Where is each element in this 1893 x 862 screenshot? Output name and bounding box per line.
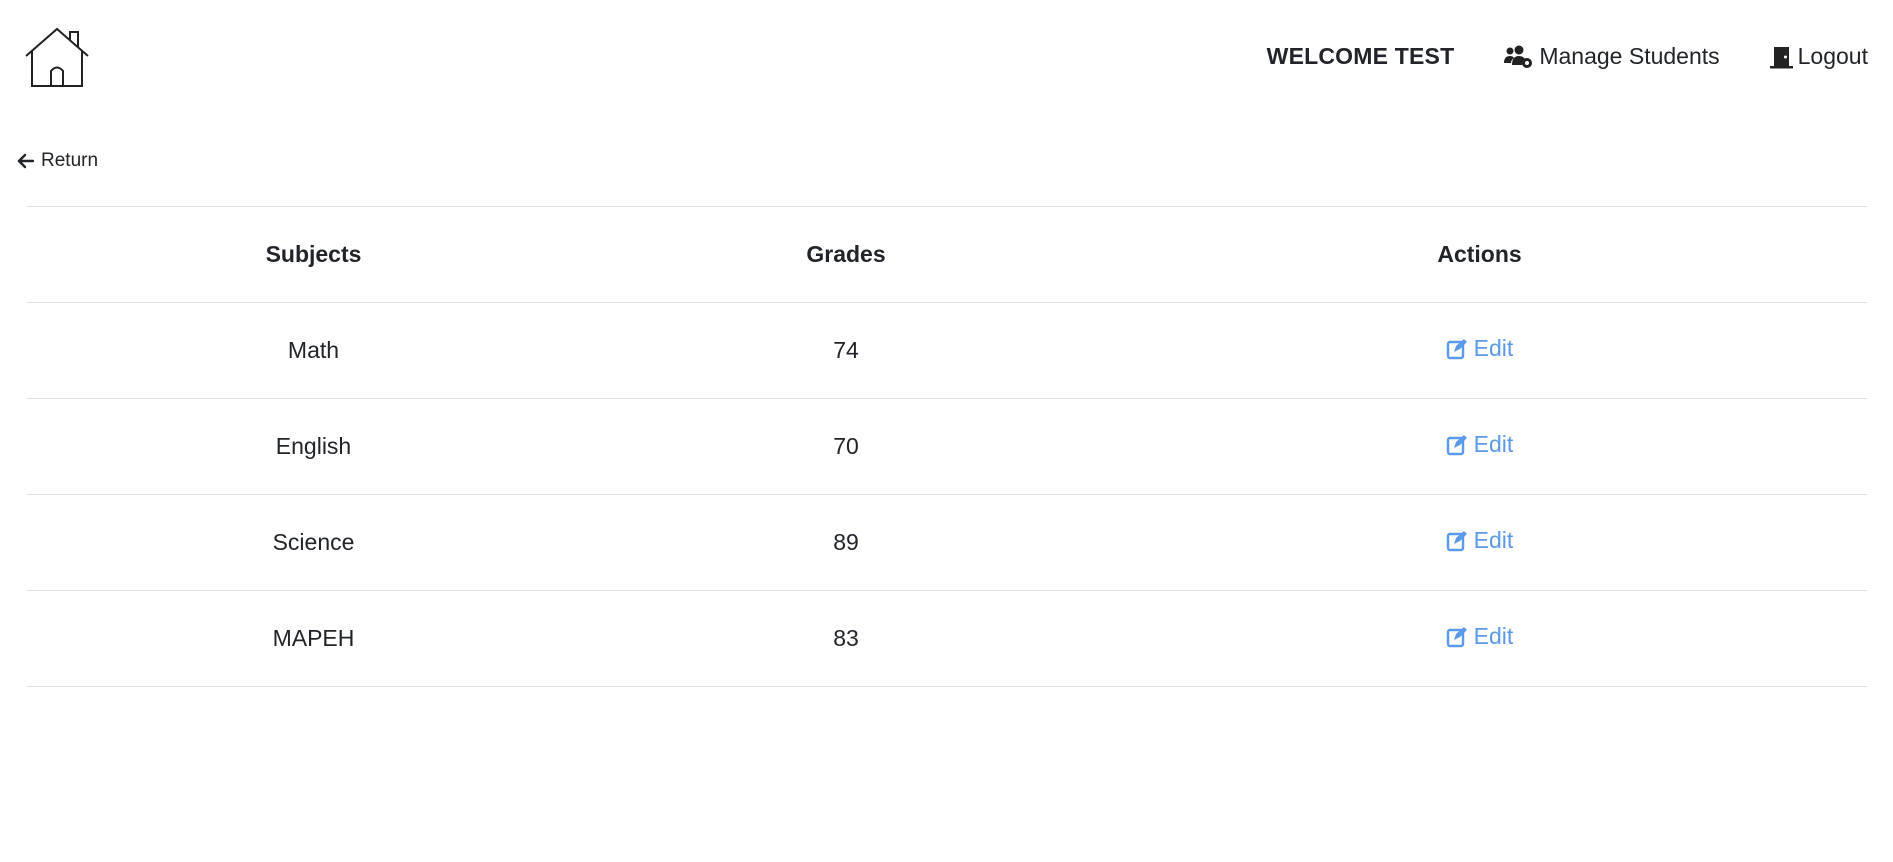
welcome-text: WELCOME TEST — [1266, 43, 1455, 69]
top-header: WELCOME TEST Manage Students Logout — [0, 0, 1893, 115]
actions-cell: Edit — [1092, 590, 1867, 687]
edit-icon — [1446, 530, 1467, 551]
arrow-left-icon — [17, 153, 35, 169]
column-header-subjects: Subjects — [27, 206, 600, 303]
door-icon — [1769, 46, 1793, 68]
manage-students-label: Manage Students — [1539, 43, 1720, 69]
table-row: Science 89 Edit — [27, 494, 1867, 591]
grade-cell: 70 — [600, 398, 1092, 495]
home-icon[interactable] — [22, 26, 92, 88]
table-row: Math 74 Edit — [27, 302, 1867, 399]
edit-icon — [1446, 338, 1467, 359]
edit-label: Edit — [1473, 431, 1514, 458]
table-header-row: Subjects Grades Actions — [27, 206, 1867, 303]
column-header-actions: Actions — [1092, 206, 1867, 303]
edit-button[interactable]: Edit — [1446, 623, 1514, 650]
edit-icon — [1446, 626, 1467, 647]
grade-cell: 89 — [600, 494, 1092, 591]
grade-cell: 83 — [600, 590, 1092, 687]
logout-label: Logout — [1797, 43, 1868, 69]
logout-link[interactable]: Logout — [1769, 43, 1868, 70]
column-header-grades: Grades — [600, 206, 1092, 303]
subject-cell: Math — [27, 302, 600, 399]
table-row: MAPEH 83 Edit — [27, 590, 1867, 687]
grade-cell: 74 — [600, 302, 1092, 399]
edit-button[interactable]: Edit — [1446, 335, 1514, 362]
top-nav: WELCOME TEST Manage Students Logout — [1267, 43, 1868, 70]
subject-cell: English — [27, 398, 600, 495]
edit-button[interactable]: Edit — [1446, 431, 1514, 458]
edit-label: Edit — [1473, 623, 1514, 650]
edit-label: Edit — [1473, 335, 1514, 362]
actions-cell: Edit — [1092, 302, 1867, 399]
actions-cell: Edit — [1092, 398, 1867, 495]
actions-cell: Edit — [1092, 494, 1867, 591]
subject-cell: Science — [27, 494, 600, 591]
grades-table: Subjects Grades Actions Math 74 Edit Eng… — [27, 206, 1867, 687]
edit-label: Edit — [1473, 527, 1514, 554]
return-link[interactable]: Return — [17, 150, 98, 172]
table-row: English 70 Edit — [27, 398, 1867, 495]
manage-students-link[interactable]: Manage Students — [1504, 43, 1720, 70]
return-label: Return — [41, 150, 99, 171]
edit-icon — [1446, 434, 1467, 455]
edit-button[interactable]: Edit — [1446, 527, 1514, 554]
subject-cell: MAPEH — [27, 590, 600, 687]
users-gear-icon — [1504, 45, 1533, 68]
